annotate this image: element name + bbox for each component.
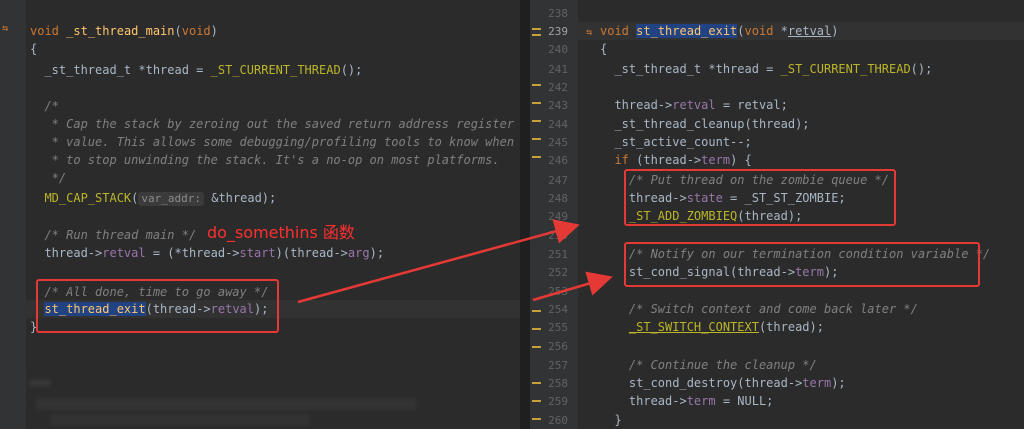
code-line: /* Switch context and come back later */ (600, 302, 918, 316)
blurred-region (36, 398, 416, 410)
highlight-box-zombie-queue (624, 169, 896, 226)
line-number: 255 (548, 321, 568, 334)
code-line: _ST_SWITCH_CONTEXT(thread); (628, 320, 824, 334)
code-line: _st_thread_t *thread = _ST_CURRENT_THREA… (44, 63, 363, 77)
code-line: * Cap the stack by zeroing out the saved… (30, 117, 515, 131)
code-line: thread->retval = retval; (600, 98, 788, 112)
line-number: 243 (548, 99, 568, 112)
line-number: 249 (548, 210, 568, 223)
line-number: 241 (548, 63, 568, 76)
line-number: 246 (548, 154, 568, 167)
line-number: 239 (548, 25, 568, 38)
code-line: } (600, 413, 622, 427)
line-number: 238 (548, 7, 568, 20)
code-line: { (30, 42, 38, 56)
line-number: 250 (548, 229, 568, 242)
line-number: 248 (548, 192, 568, 205)
line-number: 258 (548, 377, 568, 390)
line-number: 251 (548, 248, 568, 261)
line-number: 257 (548, 359, 568, 372)
code-line: _st_thread_t *thread = _ST_CURRENT_THREA… (600, 62, 933, 76)
pane-separator[interactable] (520, 0, 530, 429)
code-line: void st_thread_exit(void *retval) (600, 24, 839, 38)
annotation-label: do_somethins 函数 (207, 223, 355, 242)
st-thread-exit-definition[interactable]: st_thread_exit (636, 24, 738, 38)
implementation-arrow-icon[interactable]: ⇆ (2, 23, 8, 34)
code-line: _st_active_count--; (600, 135, 752, 149)
code-line: void _st_thread_main(void) (30, 24, 218, 38)
line-number: 244 (548, 118, 568, 131)
line-number: 242 (548, 81, 568, 94)
line-number: 260 (548, 414, 568, 427)
code-line: * to stop unwinding the stack. It's a no… (30, 153, 500, 167)
code-line: if (thread->term) { (614, 153, 752, 167)
line-number: 240 (548, 43, 568, 56)
code-line: thread->retval = (*thread->start)(thread… (30, 246, 385, 260)
code-line: st_cond_destroy(thread->term); (600, 376, 846, 390)
implementation-arrow-icon[interactable]: ⇆ (586, 27, 592, 38)
code-line: MD_CAP_STACK(var_addr: &thread); (44, 191, 277, 206)
code-line: * value. This allows some debugging/prof… (30, 135, 515, 149)
line-number: 256 (548, 340, 568, 353)
line-number: 254 (548, 303, 568, 316)
code-line: thread->term = NULL; (600, 394, 774, 408)
line-number: 247 (548, 174, 568, 187)
code-line: { (600, 42, 608, 56)
right-editor-pane[interactable]: 238 239 240 241 242 243 244 245 246 247 248 249 250 2… (530, 0, 1024, 429)
line-number: 253 (548, 285, 568, 298)
code-line: /* (30, 99, 59, 113)
code-line: */ (30, 171, 67, 185)
code-line: _st_thread_cleanup(thread); (600, 117, 810, 131)
code-line: /* Continue the cleanup */ (600, 358, 817, 372)
blurred-region (30, 380, 50, 386)
parameter-hint: var_addr: (138, 192, 204, 206)
line-number: 245 (548, 136, 568, 149)
left-gutter: ⇆ (0, 0, 26, 429)
blurred-region (50, 414, 310, 426)
line-number: 252 (548, 266, 568, 279)
line-number: 259 (548, 395, 568, 408)
highlight-box-cond-signal (624, 242, 980, 287)
left-editor-pane[interactable]: ⇆ void _st_thread_main(void) { _st_threa… (0, 0, 520, 429)
highlight-box-exit-call (36, 279, 279, 333)
